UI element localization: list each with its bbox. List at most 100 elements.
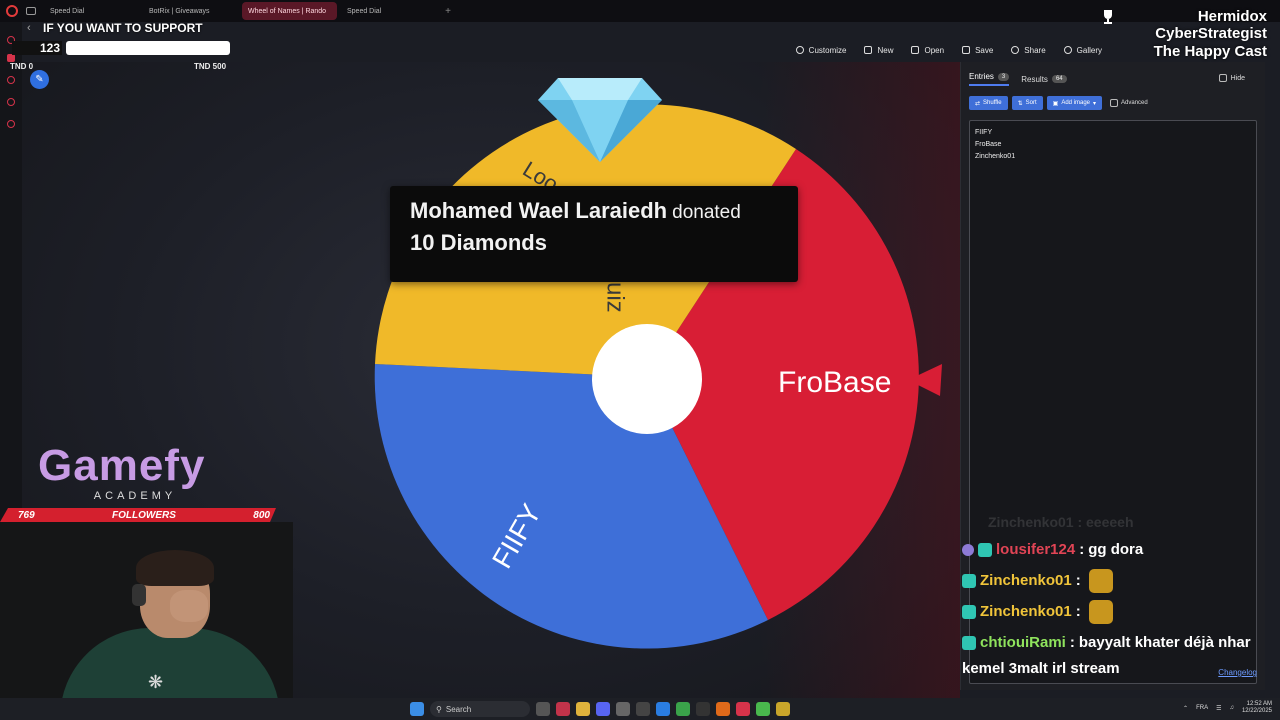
pencil-icon: ✎ (35, 74, 44, 85)
open-button[interactable]: Open (911, 46, 944, 55)
discord-icon[interactable] (596, 702, 610, 716)
browser-tabbar: Speed Dial BotRix | Giveaways Wheel of N… (0, 0, 1280, 22)
clock[interactable]: 12:52 AM 12/22/2025 (1242, 701, 1272, 715)
volume-icon[interactable]: ♫ (1229, 705, 1234, 711)
hide-checkbox[interactable] (1218, 74, 1227, 82)
entry-item: FIIFY (975, 129, 993, 136)
streamer-names: Hermidox CyberStrategist The Happy Cast (1154, 8, 1267, 61)
tab-entries[interactable]: Entries 3 (969, 72, 1010, 86)
sidebar-clock-icon[interactable] (7, 98, 15, 106)
chat-sep: : (1079, 541, 1085, 558)
pointer-shape (908, 364, 942, 396)
tab-speed-dial[interactable]: Speed Dial (44, 2, 139, 20)
trophy-icon (1104, 10, 1112, 24)
windows-taskbar: ⚲ Search ⌃ FRA ☰ ♫ 12:52 AM 12/22/2025 (0, 698, 1280, 720)
wifi-icon[interactable]: ☰ (1216, 705, 1221, 712)
donor-name: Mohamed Wael Laraiedh (410, 198, 668, 223)
webcam-person-body (60, 628, 280, 700)
diamond-icon (538, 78, 662, 162)
edge-icon[interactable] (656, 702, 670, 716)
webcam-person-hand (170, 590, 208, 622)
gamefy-logo: Gamefy ACADEMY (38, 440, 238, 502)
tab-manager-icon[interactable] (26, 7, 36, 15)
chat-sep: : (1075, 572, 1081, 589)
chevron-up-icon[interactable]: ⌃ (1183, 705, 1188, 712)
chat-sep: : (1069, 634, 1075, 651)
edit-pencil-button[interactable]: ✎ (30, 70, 49, 89)
browser-logo-icon[interactable] (6, 5, 18, 17)
webcam-feed: ❋ (0, 522, 293, 700)
chat-text: bayyalt khater déjà nhar (1078, 634, 1251, 651)
sidebar-settings-icon[interactable] (7, 120, 15, 128)
image-icon: ▣ (1052, 100, 1059, 107)
wheel-hub[interactable] (592, 324, 702, 434)
search-icon: ⚲ (436, 704, 442, 714)
donation-line: Mohamed Wael Laraiedh donated (410, 198, 778, 224)
obs-icon[interactable] (616, 702, 630, 716)
chat-message: Zinchenko01 : (962, 596, 1280, 627)
tab-speed-dial-2[interactable]: Speed Dial (341, 2, 436, 20)
donation-amount: 10 Diamonds (410, 230, 547, 255)
new-button[interactable]: New (864, 46, 893, 55)
add-image-button[interactable]: ▣ Add image ▾ (1046, 96, 1103, 110)
app-icon[interactable] (636, 702, 650, 716)
followers-goal: 800 (253, 509, 270, 521)
tab-botrix[interactable]: BotRix | Giveaways (143, 2, 238, 20)
advanced-checkbox[interactable] (1110, 99, 1119, 107)
new-tab-button[interactable]: + (440, 6, 456, 17)
results-count-badge: 64 (1051, 75, 1067, 83)
customize-button[interactable]: Customize (795, 46, 846, 55)
chat-message: lousifer124 : gg dora (962, 534, 1280, 565)
vlc-icon[interactable] (716, 702, 730, 716)
folder-icon[interactable] (576, 702, 590, 716)
chat-username: Zinchenko01 (980, 572, 1072, 589)
terminal-icon[interactable] (696, 702, 710, 716)
chat-username: chtiouiRami (980, 634, 1066, 651)
gallery-button[interactable]: Gallery (1063, 46, 1102, 55)
advanced-toggle[interactable]: Advanced (1110, 99, 1148, 107)
save-button[interactable]: Save (962, 46, 993, 55)
entries-count-badge: 3 (997, 72, 1010, 81)
chat-sep: : (1075, 603, 1081, 620)
task-view-icon[interactable] (536, 702, 550, 716)
app-yellow-icon[interactable] (776, 702, 790, 716)
search-icon (1063, 46, 1072, 54)
tab-results[interactable]: Results 64 (1021, 75, 1067, 84)
start-icon[interactable] (410, 702, 424, 716)
emote-icon (1088, 568, 1113, 593)
chat-overlay: Zinchenko01 : eeeeeh lousifer124 : gg do… (962, 514, 1280, 677)
sub-badge-icon (962, 635, 976, 650)
wheel-pointer-icon (908, 364, 942, 396)
wheel[interactable]: FroBase FIIFY Quiz Loo (372, 102, 922, 652)
file-icon (864, 46, 873, 54)
app-green-icon[interactable] (756, 702, 770, 716)
system-tray: ⌃ FRA ☰ ♫ 12:52 AM 12/22/2025 (1183, 701, 1272, 715)
gem-badge-icon (962, 543, 974, 556)
followers-current: 769 (18, 509, 35, 521)
xbox-icon[interactable] (676, 702, 690, 716)
sidebar-history-icon[interactable] (7, 76, 15, 84)
clock-date: 12/22/2025 (1241, 708, 1272, 714)
shuffle-button[interactable]: ⇄ Shuffle (969, 96, 1008, 110)
emote-icon (1088, 599, 1113, 624)
sort-icon: ⇅ (1017, 100, 1023, 107)
hide-toggle[interactable]: Hide (1218, 74, 1245, 82)
chat-message: chtiouiRami : bayyalt khater déjà nhar (962, 627, 1280, 658)
chat-continuation: kemel 3malt irl stream (962, 660, 1120, 677)
sidebar-app-icon[interactable] (7, 54, 15, 62)
followers-label: FOLLOWERS (112, 509, 176, 521)
followers-goal-bar: 769 FOLLOWERS 800 (0, 508, 276, 522)
app-red-icon[interactable] (736, 702, 750, 716)
deer-logo-icon: ❋ (148, 672, 164, 692)
share-icon (1011, 46, 1020, 54)
taskbar-search[interactable]: ⚲ Search (430, 701, 530, 717)
support-title: IF YOU WANT TO SUPPORT (43, 21, 203, 35)
opera-icon[interactable] (556, 702, 570, 716)
language-indicator[interactable]: FRA (1196, 705, 1208, 711)
back-arrow-icon[interactable]: ‹ (27, 22, 31, 34)
entry-item: Zinchenko01 (975, 153, 1016, 160)
share-button[interactable]: Share (1011, 46, 1046, 55)
counter-bar (66, 41, 230, 55)
tab-wheel-of-names[interactable]: Wheel of Names | Rando (242, 2, 337, 20)
sort-button[interactable]: ⇅ Sort (1011, 96, 1043, 110)
